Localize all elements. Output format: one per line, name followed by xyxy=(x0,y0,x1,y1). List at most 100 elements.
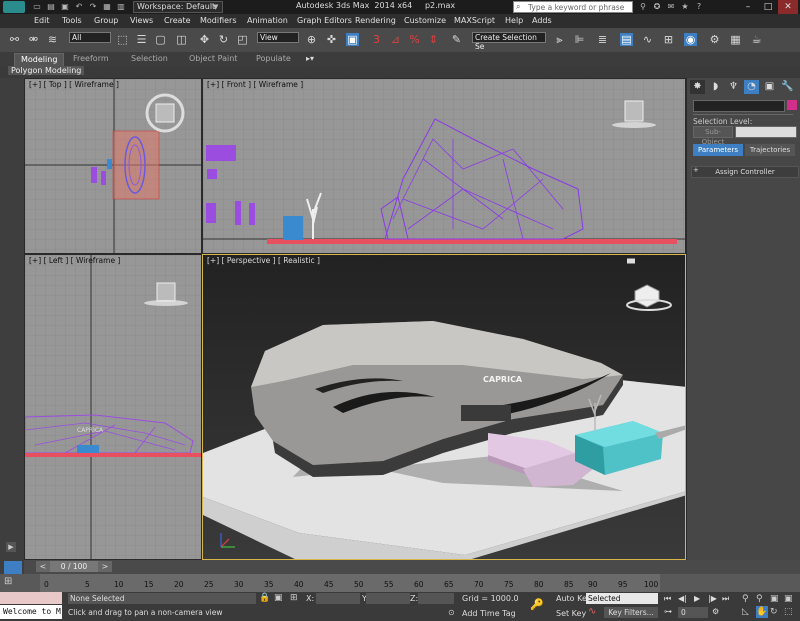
menu-tools[interactable]: Tools xyxy=(62,16,82,25)
render-production-icon[interactable]: ☕ xyxy=(750,33,763,46)
x-coordinate-field[interactable] xyxy=(316,593,360,604)
goto-start-icon[interactable]: ⏮ xyxy=(664,594,671,604)
graphite-ribbon-icon[interactable]: ▤ xyxy=(620,33,633,46)
key-mode-toggle-icon[interactable]: ⊶ xyxy=(664,607,672,616)
set-key-icon[interactable]: 🔑 xyxy=(530,598,544,611)
sub-object-dropdown[interactable] xyxy=(735,126,797,138)
prev-frame-icon[interactable]: ◀| xyxy=(678,594,687,603)
material-editor-icon[interactable]: ◉ xyxy=(684,33,697,46)
viewport-perspective-label[interactable]: [+] [ Perspective ] [ Realistic ] xyxy=(207,256,320,265)
time-slider-bar[interactable]: < 0 / 100 > xyxy=(0,560,800,590)
track-bar[interactable]: ⊞ 0 5 10 15 20 25 30 35 40 45 50 55 60 6… xyxy=(0,574,800,592)
keyboard-shortcut-override-icon[interactable]: ▣ xyxy=(346,33,359,46)
search-input[interactable]: Type a keyword or phrase xyxy=(513,1,633,13)
sub-object-button[interactable]: Sub-Object xyxy=(693,126,733,146)
hierarchy-panel-icon[interactable]: ♆ xyxy=(726,80,741,94)
window-crossing-icon[interactable]: ◫ xyxy=(175,33,188,46)
maximize-icon[interactable]: □ xyxy=(758,0,778,14)
open-file-icon[interactable]: ▤ xyxy=(46,2,56,12)
menu-modifiers[interactable]: Modifiers xyxy=(200,16,237,25)
set-key-button[interactable]: Set Key xyxy=(556,609,586,618)
zoom-all-icon[interactable]: ⚲ xyxy=(756,594,763,604)
maxscript-listener-top[interactable] xyxy=(0,592,62,604)
redo-icon[interactable]: ↷ xyxy=(88,2,98,12)
zoom-extents-all-icon[interactable]: ▣ xyxy=(784,594,793,604)
time-tag-icon[interactable]: ⊙ xyxy=(448,608,455,617)
y-coordinate-field[interactable] xyxy=(366,593,410,604)
menu-create[interactable]: Create xyxy=(164,16,191,25)
key-mode-curve-icon[interactable]: ∿ xyxy=(588,606,596,617)
select-by-name-icon[interactable]: ☰ xyxy=(135,33,148,46)
create-panel-icon[interactable]: ✸ xyxy=(690,80,705,94)
menu-adds[interactable]: Adds xyxy=(532,16,552,25)
goto-end-icon[interactable]: ⏭ xyxy=(722,594,729,604)
viewport-front-label[interactable]: [+] [ Front ] [ Wireframe ] xyxy=(207,80,303,89)
time-config-icon[interactable]: ⚙ xyxy=(712,607,719,616)
expand-arrow-icon[interactable]: ▶ xyxy=(6,542,16,552)
mirror-icon[interactable]: ⫸ xyxy=(553,33,566,46)
move-icon[interactable]: ✥ xyxy=(198,33,211,46)
bind-space-warp-icon[interactable]: ≋ xyxy=(46,33,59,46)
tab-modeling[interactable]: Modeling xyxy=(14,53,65,67)
render-setup-icon[interactable]: ⚙ xyxy=(708,33,721,46)
current-frame-field[interactable]: 0 xyxy=(678,607,708,618)
time-slider-handle[interactable]: 0 / 100 xyxy=(50,561,98,572)
maxscript-listener[interactable]: Welcome to M xyxy=(0,605,62,619)
tab-selection[interactable]: Selection xyxy=(131,54,168,63)
hold-icon[interactable]: ▦ xyxy=(102,2,112,12)
spinner-snap-icon[interactable]: ⇕ xyxy=(427,33,440,46)
reference-coordinate-dropdown[interactable]: View xyxy=(257,32,299,43)
time-slider-next-icon[interactable]: > xyxy=(98,561,112,572)
key-filters-button[interactable]: Key Filters... xyxy=(604,607,658,618)
tab-populate[interactable]: Populate xyxy=(256,54,291,63)
menu-customize[interactable]: Customize xyxy=(404,16,446,25)
unlink-icon[interactable]: ⚮ xyxy=(27,33,40,46)
schematic-view-icon[interactable]: ⊞ xyxy=(662,33,675,46)
close-icon[interactable]: ✕ xyxy=(778,0,798,14)
menu-rendering[interactable]: Rendering xyxy=(355,16,396,25)
rollout-plus-icon[interactable]: + xyxy=(693,166,699,174)
pivot-center-icon[interactable]: ⊕ xyxy=(305,33,318,46)
orbit-icon[interactable]: ↻ xyxy=(770,607,778,617)
viewport-perspective[interactable]: CAPRICA [+] [ Perspective ] [ Realistic … xyxy=(202,254,686,560)
viewport-left-label[interactable]: [+] [ Left ] [ Wireframe ] xyxy=(29,256,120,265)
menu-group[interactable]: Group xyxy=(94,16,118,25)
absolute-mode-icon[interactable]: ⊞ xyxy=(290,593,298,603)
named-selection-dropdown[interactable]: Create Selection Se xyxy=(472,32,546,51)
align-icon[interactable]: ⊫ xyxy=(573,33,586,46)
percent-snap-icon[interactable]: % xyxy=(408,33,421,46)
project-folder-icon[interactable]: ▥ xyxy=(116,2,126,12)
z-coordinate-field[interactable] xyxy=(418,593,454,604)
subscription-icon[interactable]: ✪ xyxy=(652,2,662,12)
menu-edit[interactable]: Edit xyxy=(34,16,50,25)
menu-views[interactable]: Views xyxy=(130,16,153,25)
select-object-icon[interactable]: ⬚ xyxy=(116,33,129,46)
tab-freeform[interactable]: Freeform xyxy=(73,54,109,63)
object-color-swatch[interactable] xyxy=(787,100,797,110)
play-icon[interactable]: ▶ xyxy=(694,594,700,603)
snaps-toggle-icon[interactable]: 3 xyxy=(370,33,383,46)
ribbon-options-icon[interactable]: ▸▾ xyxy=(306,54,314,63)
communication-icon[interactable]: ✉ xyxy=(666,2,676,12)
app-logo-icon[interactable] xyxy=(3,1,25,13)
time-slider-prev-icon[interactable]: < xyxy=(36,561,50,572)
selection-filter-dropdown[interactable]: All xyxy=(69,32,111,43)
select-and-link-icon[interactable]: ⚯ xyxy=(8,33,21,46)
viewport-top[interactable]: [+] [ Top ] [ Wireframe ] xyxy=(24,78,202,254)
search-icon[interactable]: ⚲ xyxy=(638,2,648,12)
favorites-icon[interactable]: ★ xyxy=(680,2,690,12)
trajectories-button[interactable]: Trajectories xyxy=(745,144,795,156)
isolate-selection-icon[interactable]: ▣ xyxy=(274,593,283,603)
add-time-tag-button[interactable]: Add Time Tag xyxy=(462,609,516,618)
viewport-top-label[interactable]: [+] [ Top ] [ Wireframe ] xyxy=(29,80,119,89)
zoom-icon[interactable]: ⚲ xyxy=(742,594,749,604)
workspace-dropdown[interactable]: Workspace: Default xyxy=(133,1,223,13)
save-file-icon[interactable]: ▣ xyxy=(60,2,70,12)
menu-graph-editors[interactable]: Graph Editors xyxy=(297,16,352,25)
next-frame-icon[interactable]: |▶ xyxy=(708,594,717,603)
edit-named-selection-icon[interactable]: ✎ xyxy=(450,33,463,46)
rendered-frame-window-icon[interactable]: ▦ xyxy=(729,33,742,46)
new-file-icon[interactable]: ▭ xyxy=(32,2,42,12)
utilities-panel-icon[interactable]: 🔧 xyxy=(780,80,795,94)
track-bar-icon[interactable]: ⊞ xyxy=(4,576,12,587)
